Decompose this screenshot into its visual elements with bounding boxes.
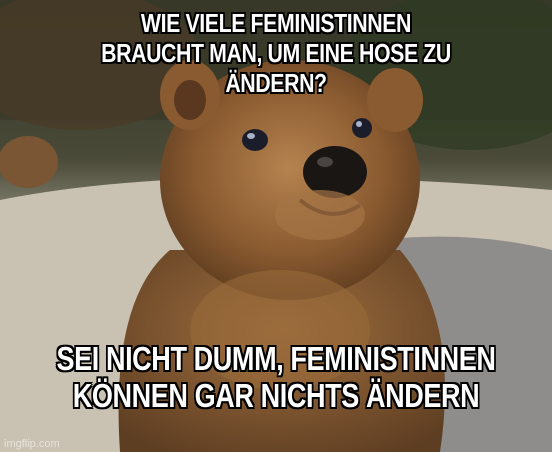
watermark: imgflip.com [4, 438, 60, 450]
bottom-caption-line-1: SEI NICHT DUMM, FEMINISTINNEN [56, 340, 496, 377]
background-quokka [0, 136, 58, 188]
top-caption-line-1: WIE VIELE FEMINISTINNEN [140, 8, 412, 38]
nose [303, 146, 367, 198]
bottom-caption: SEI NICHT DUMM, FEMINISTINNEN KÖNNEN GAR… [50, 340, 503, 414]
top-caption: WIE VIELE FEMINISTINNEN BRAUCHT MAN, UM … [50, 8, 503, 98]
bottom-caption-line-2: KÖNNEN GAR NICHTS ÄNDERN [72, 377, 480, 414]
left-eye [242, 129, 268, 151]
top-caption-line-2: BRAUCHT MAN, UM EINE HOSE ZU ÄNDERN? [101, 38, 451, 98]
meme-image: WIE VIELE FEMINISTINNEN BRAUCHT MAN, UM … [0, 0, 552, 452]
right-eye [352, 118, 372, 138]
